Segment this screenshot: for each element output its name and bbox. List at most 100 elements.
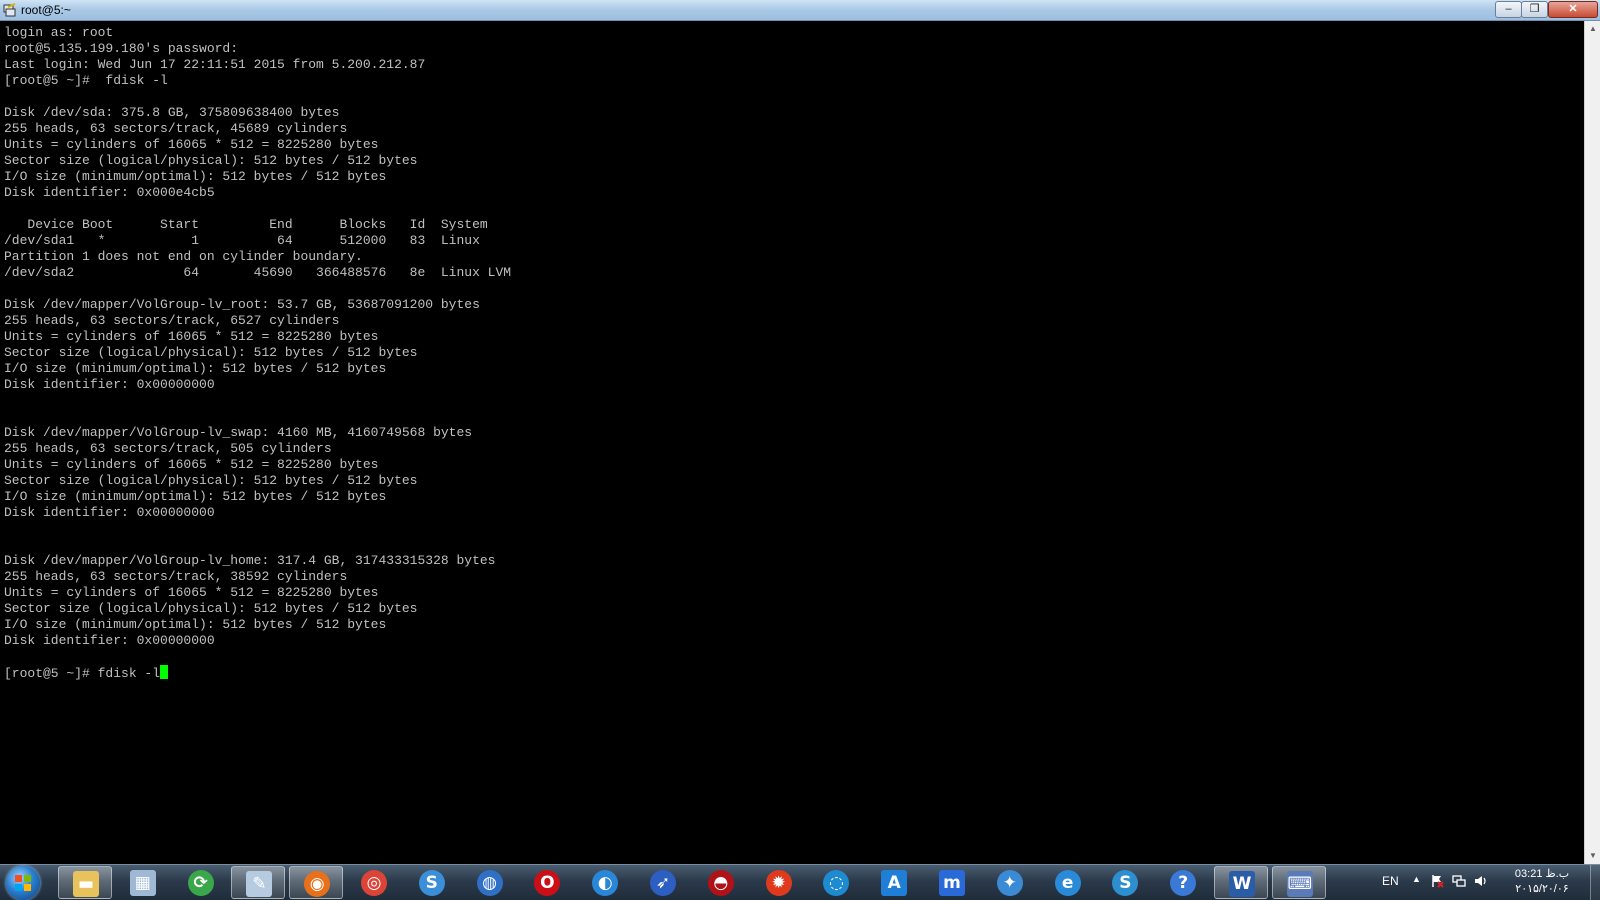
close-button[interactable]: ✕ (1548, 1, 1598, 18)
opera-icon: O (534, 870, 561, 896)
dragon-icon: ◓ (707, 870, 734, 896)
taskbar-microsoft-word-button[interactable]: W (1214, 866, 1268, 899)
taskbar-firefox-button[interactable]: ◉ (289, 866, 344, 899)
taskbar-planet-browser-button[interactable]: ◐ (578, 866, 632, 899)
taskbar-comodo-dragon-button[interactable]: ◓ (694, 866, 748, 899)
clock-date: ۲۰۱۵/۲۰/۰۶ (1515, 883, 1569, 895)
window-title: root@5:~ (21, 3, 71, 17)
window-titlebar[interactable]: root@5:~ – ❐ ✕ (0, 0, 1600, 21)
text-cursor (160, 665, 169, 679)
terminal-prompt: [root@5 ~]# fdisk -l (4, 666, 161, 681)
start-button[interactable] (6, 866, 40, 900)
putty-icon: ⌨ (1286, 871, 1313, 897)
terminal-line: Disk identifier: 0x000e4cb5 (4, 185, 215, 200)
word-icon: W (1229, 871, 1255, 897)
taskbar-notepad-button[interactable]: ✎ (231, 866, 286, 899)
feather-icon: ➶ (650, 870, 676, 896)
clock-time: 03:21 ب.ظ (1514, 868, 1570, 880)
terminal-line: 255 heads, 63 sectors/track, 38592 cylin… (4, 569, 348, 584)
terminal-line: Units = cylinders of 16065 * 512 = 82252… (4, 137, 379, 152)
scroll-down-arrow-icon[interactable]: ▼ (1585, 848, 1600, 864)
taskbar-feather-browser-button[interactable]: ➶ (636, 866, 690, 899)
terminal-line: Disk identifier: 0x00000000 (4, 377, 215, 392)
taskbar-swing-browser-button[interactable]: S (405, 866, 459, 899)
terminal-text: login as: root root@5.135.199.180's passw… (4, 25, 511, 681)
minimize-icon: – (1505, 3, 1512, 15)
taskbar-swirl-app-button[interactable]: S (1098, 866, 1152, 899)
terminal-line: Partition 1 does not end on cylinder bou… (4, 249, 363, 264)
taskbar-chrome-button[interactable]: ◎ (347, 866, 401, 899)
folder-icon: ▬ (73, 871, 99, 897)
taskbar-globe-browser-button[interactable]: ◍ (463, 866, 517, 899)
scroll-up-arrow-icon[interactable]: ▲ (1585, 21, 1600, 37)
show-hidden-icons-icon[interactable]: ▲ (1412, 874, 1421, 884)
terminal-line: root@5.135.199.180's password: (4, 41, 239, 56)
taskbar-safari-button[interactable]: ✦ (983, 866, 1037, 899)
terminal-line: I/O size (minimum/optimal): 512 bytes / … (4, 361, 387, 376)
question-globe-icon: ? (1170, 870, 1197, 896)
compass-icon: ✦ (996, 870, 1023, 896)
vertical-scrollbar[interactable]: ▲ ▼ (1584, 21, 1600, 864)
taskbar-calculator-button[interactable]: ▦ (116, 866, 170, 899)
taskbar-flame-browser-button[interactable]: ✹ (752, 866, 806, 899)
terminal-line: Units = cylinders of 16065 * 512 = 82252… (4, 329, 379, 344)
maximize-icon: ❐ (1529, 3, 1540, 15)
action-center-flag-icon[interactable] (1430, 874, 1444, 888)
close-icon: ✕ (1568, 3, 1578, 15)
maximize-button[interactable]: ❐ (1521, 1, 1548, 18)
taskbar-sea-browser-button[interactable]: ◌ (809, 866, 863, 899)
yellow-swirl-icon: S (1112, 870, 1139, 896)
network-icon[interactable] (1452, 874, 1466, 888)
terminal-line: 255 heads, 63 sectors/track, 505 cylinde… (4, 441, 332, 456)
terminal-line: Disk /dev/mapper/VolGroup-lv_root: 53.7 … (4, 297, 480, 312)
language-indicator[interactable]: EN (1382, 874, 1399, 888)
taskbar-avant-browser-button[interactable]: A (867, 866, 921, 899)
terminal-line: Sector size (logical/physical): 512 byte… (4, 153, 418, 168)
terminal-line: Disk identifier: 0x00000000 (4, 505, 215, 520)
taskbar-putty-button[interactable]: ⌨ (1271, 866, 1326, 899)
terminal-line: Units = cylinders of 16065 * 512 = 82252… (4, 585, 379, 600)
wave-globe-icon: ◌ (823, 870, 850, 896)
taskbar-network-app-button[interactable]: ⟳ (174, 866, 228, 899)
taskbar-windows-explorer-button[interactable]: ▬ (58, 866, 112, 899)
taskbar-opera-button[interactable]: O (520, 866, 574, 899)
terminal-line: /dev/sda2 64 45690 366488576 8e Linux LV… (4, 265, 512, 280)
terminal-line: 255 heads, 63 sectors/track, 6527 cylind… (4, 313, 340, 328)
swirl-browser-icon: S (418, 870, 445, 896)
taskbar-internet-explorer-button[interactable]: e (1041, 866, 1095, 899)
blue-globe-icon: ◍ (476, 870, 503, 896)
terminal-output[interactable]: login as: root root@5.135.199.180's passw… (0, 21, 1584, 864)
minimize-button[interactable]: – (1495, 1, 1522, 18)
chrome-icon: ◎ (361, 870, 387, 896)
terminal-line: [root@5 ~]# fdisk -l (4, 73, 168, 88)
maxthon-icon: m (939, 870, 965, 896)
terminal-line: /dev/sda1 * 1 64 512000 83 Linux (4, 233, 480, 248)
terminal-line: I/O size (minimum/optimal): 512 bytes / … (4, 169, 387, 184)
terminal-line: Last login: Wed Jun 17 22:11:51 2015 fro… (4, 57, 426, 72)
taskbar-help-browser-button[interactable]: ? (1156, 866, 1210, 899)
notepad-icon: ✎ (246, 871, 273, 897)
putty-icon[interactable] (3, 3, 17, 17)
system-clock[interactable]: 03:21 ب.ظ ۲۰۱۵/۲۰/۰۶ (1508, 867, 1576, 897)
terminal-prompt-line[interactable]: [root@5 ~]# fdisk -l (4, 665, 511, 681)
terminal-line: Disk /dev/mapper/VolGroup-lv_home: 317.4… (4, 553, 496, 568)
terminal-line: I/O size (minimum/optimal): 512 bytes / … (4, 489, 387, 504)
show-desktop-button[interactable] (1590, 865, 1600, 900)
taskbar-maxthon-button[interactable]: m (925, 866, 979, 899)
globe-arrows-icon: ⟳ (187, 870, 214, 896)
planet-icon: ◐ (592, 870, 619, 896)
terminal-line: Sector size (logical/physical): 512 byte… (4, 601, 418, 616)
terminal-line: Sector size (logical/physical): 512 byte… (4, 473, 418, 488)
windows-logo-icon (15, 875, 31, 891)
ie-icon: e (1054, 870, 1081, 896)
volume-icon[interactable] (1474, 874, 1488, 888)
terminal-line: Disk /dev/sda: 375.8 GB, 375809638400 by… (4, 105, 340, 120)
terminal-line: I/O size (minimum/optimal): 512 bytes / … (4, 617, 387, 632)
firefox-icon: ◉ (304, 871, 331, 897)
terminal-line: Disk identifier: 0x00000000 (4, 633, 215, 648)
